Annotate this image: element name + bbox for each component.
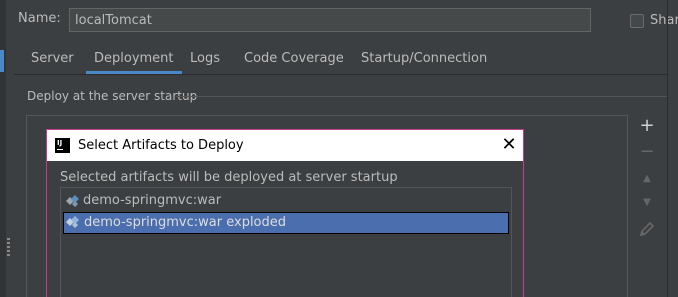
deploy-section-title: Deploy at the server startup — [27, 89, 198, 103]
name-label: Name: — [18, 11, 61, 26]
tab-deployment[interactable]: Deployment — [86, 50, 182, 74]
resize-grip[interactable] — [7, 238, 10, 256]
left-gutter — [0, 0, 6, 297]
name-input[interactable] — [69, 8, 591, 32]
tab-server[interactable]: Server — [31, 50, 74, 74]
dialog-description: Selected artifacts will be deployed at s… — [60, 170, 398, 185]
move-down-button[interactable]: ▼ — [638, 194, 656, 212]
share-label: Share — [650, 13, 678, 28]
app-icon-bar — [57, 149, 63, 150]
artifact-item-war[interactable]: demo-springmvc:war — [63, 191, 509, 213]
right-divider — [667, 0, 668, 297]
remove-button[interactable]: − — [638, 143, 656, 161]
close-icon[interactable]: ✕ — [499, 134, 519, 156]
dialog-titlebar[interactable]: IJ Select Artifacts to Deploy ✕ — [47, 130, 523, 161]
pencil-icon — [639, 221, 655, 237]
tab-separator — [14, 74, 668, 75]
select-artifacts-dialog: IJ Select Artifacts to Deploy ✕ Selected… — [46, 129, 524, 297]
intellij-app-icon: IJ — [55, 138, 70, 153]
move-up-button[interactable]: ▲ — [638, 170, 656, 188]
share-checkbox[interactable] — [630, 14, 644, 28]
tab-startup-connection[interactable]: Startup/Connection — [361, 50, 487, 74]
section-divider — [176, 96, 668, 97]
left-selection-marker — [0, 50, 4, 72]
add-button[interactable]: + — [638, 117, 656, 135]
edit-button[interactable] — [638, 220, 656, 238]
artifact-item-war-exploded[interactable]: demo-springmvc:war exploded — [63, 212, 509, 234]
app-icon-text: IJ — [57, 139, 63, 147]
artifact-list[interactable]: demo-springmvc:war demo-springmvc:war ex… — [60, 187, 512, 297]
tab-code-coverage[interactable]: Code Coverage — [244, 50, 344, 74]
artifact-label: demo-springmvc:war — [83, 193, 222, 208]
artifact-icon — [66, 216, 79, 228]
tab-logs[interactable]: Logs — [190, 50, 220, 74]
artifact-label: demo-springmvc:war exploded — [84, 215, 287, 230]
artifact-icon — [66, 195, 79, 207]
dialog-title: Select Artifacts to Deploy — [78, 138, 244, 153]
